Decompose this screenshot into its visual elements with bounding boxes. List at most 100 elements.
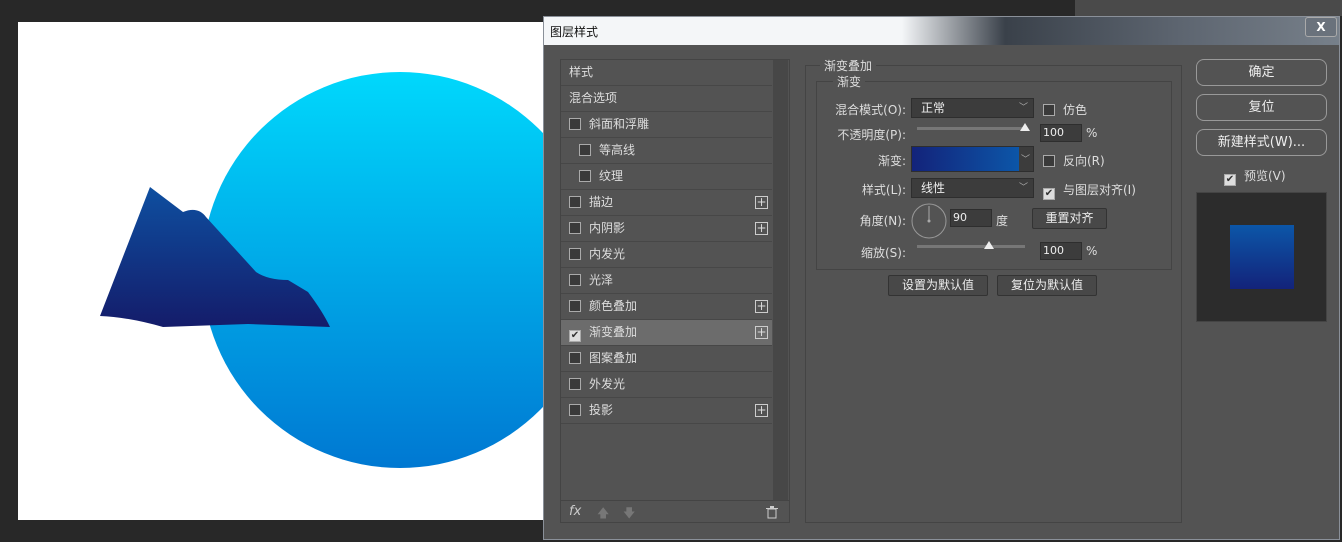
style-item-label: 内发光 <box>589 247 626 261</box>
opacity-slider[interactable] <box>917 123 1030 131</box>
reset-alignment-button[interactable]: 重置对齐 <box>1032 208 1107 229</box>
style-item[interactable]: 描边 + <box>561 190 772 216</box>
dialog-title: 图层样式 <box>550 25 599 39</box>
document-canvas <box>18 22 548 520</box>
percent-label: % <box>1086 126 1098 140</box>
style-item[interactable]: 颜色叠加 + <box>561 294 772 320</box>
fx-icon[interactable]: fx <box>569 504 581 519</box>
opacity-input[interactable]: 100 <box>1040 124 1082 142</box>
style-item-label: 颜色叠加 <box>589 299 638 313</box>
style-item-label: 纹理 <box>599 169 624 183</box>
style-select[interactable]: 线性 ﹀ <box>911 178 1034 198</box>
style-checkbox[interactable] <box>569 196 581 208</box>
add-icon[interactable]: + <box>755 326 768 339</box>
preview-label: 预览(V) <box>1244 169 1286 183</box>
align-with-layer-checkbox[interactable]: ✔ 与图层对齐(I) <box>1043 181 1136 200</box>
style-item-label: 外发光 <box>589 377 626 391</box>
blend-mode-select[interactable]: 正常 ﹀ <box>911 98 1034 118</box>
percent-label: % <box>1086 244 1098 258</box>
gradient-label: 渐变: <box>877 154 906 168</box>
style-checkbox[interactable] <box>569 118 581 130</box>
degree-label: 度 <box>996 214 1009 228</box>
scale-label: 缩放(S): <box>860 246 906 260</box>
add-icon[interactable]: + <box>755 404 768 417</box>
blend-mode-label: 混合模式(O): <box>835 103 906 117</box>
dither-label: 仿色 <box>1063 103 1088 117</box>
style-item[interactable]: 图案叠加 <box>561 346 772 372</box>
close-button[interactable]: X <box>1305 17 1337 37</box>
style-item-label: 样式 <box>569 65 594 79</box>
slider-thumb[interactable] <box>1020 123 1030 131</box>
background-panel <box>1075 0 1342 16</box>
chevron-down-icon: ﹀ <box>1018 183 1028 193</box>
preview-swatch <box>1230 225 1294 289</box>
style-value: 线性 <box>921 181 946 195</box>
style-checkbox[interactable] <box>569 378 581 390</box>
gradient-swatch[interactable] <box>912 147 1019 171</box>
trash-icon[interactable] <box>766 506 778 519</box>
style-checkbox[interactable]: ✔ <box>569 330 581 342</box>
angle-input[interactable]: 90 <box>950 209 992 227</box>
style-item-label: 图案叠加 <box>589 351 638 365</box>
reset-button[interactable]: 复位 <box>1196 94 1327 121</box>
style-checkbox[interactable] <box>569 248 581 260</box>
style-item-label: 投影 <box>589 403 614 417</box>
style-item[interactable]: 外发光 <box>561 372 772 398</box>
style-item[interactable]: 光泽 <box>561 268 772 294</box>
style-checkbox[interactable] <box>569 222 581 234</box>
dither-checkbox[interactable]: 仿色 <box>1043 101 1087 118</box>
style-item[interactable]: 样式 <box>561 60 772 86</box>
style-item[interactable]: 斜面和浮雕 <box>561 112 772 138</box>
style-item[interactable]: ✔ 渐变叠加 + <box>561 320 772 346</box>
move-down-icon[interactable]: 🡇 <box>623 504 635 525</box>
style-item-label: 斜面和浮雕 <box>589 117 650 131</box>
make-default-button[interactable]: 设置为默认值 <box>888 275 988 296</box>
scrollbar[interactable] <box>773 60 788 500</box>
group-title: 渐变 <box>833 73 866 90</box>
style-item-label: 渐变叠加 <box>589 325 638 339</box>
slider-thumb[interactable] <box>984 241 994 249</box>
style-checkbox[interactable] <box>579 170 591 182</box>
add-icon[interactable]: + <box>755 222 768 235</box>
style-item-label: 等高线 <box>599 143 636 157</box>
style-item[interactable]: 等高线 <box>561 138 772 164</box>
style-checkbox[interactable] <box>569 352 581 364</box>
reset-to-default-button[interactable]: 复位为默认值 <box>997 275 1097 296</box>
blend-mode-value: 正常 <box>921 101 946 115</box>
list-footer: fx 🡅 🡇 <box>561 500 789 522</box>
preview-box <box>1196 192 1327 322</box>
preview-checkbox[interactable]: ✔ 预览(V) <box>1224 167 1286 186</box>
style-item[interactable]: 纹理 <box>561 164 772 190</box>
style-checkbox[interactable] <box>579 144 591 156</box>
title-bar[interactable]: 图层样式 X <box>544 17 1339 45</box>
style-label: 样式(L): <box>861 183 906 197</box>
ok-button[interactable]: 确定 <box>1196 59 1327 86</box>
chevron-down-icon[interactable]: ﹀ <box>1021 152 1030 165</box>
layer-style-dialog: 图层样式 X 样式混合选项斜面和浮雕等高线纹理描边 + 内阴影 + 内发光光泽颜色叠加 +… <box>543 16 1340 540</box>
style-item-label: 混合选项 <box>569 91 618 105</box>
scale-input[interactable]: 100 <box>1040 242 1082 260</box>
style-checkbox[interactable] <box>569 404 581 416</box>
style-item[interactable]: 投影 + <box>561 398 772 424</box>
align-label: 与图层对齐(I) <box>1063 183 1136 197</box>
scale-slider[interactable] <box>917 241 1025 249</box>
style-item-label: 光泽 <box>589 273 614 287</box>
style-checkbox[interactable] <box>569 274 581 286</box>
chevron-down-icon: ﹀ <box>1018 103 1028 113</box>
reverse-checkbox[interactable]: 反向(R) <box>1043 152 1105 169</box>
new-style-button[interactable]: 新建样式(W)... <box>1196 129 1327 156</box>
add-icon[interactable]: + <box>755 196 768 209</box>
style-checkbox[interactable] <box>569 300 581 312</box>
artwork <box>100 72 548 468</box>
style-item[interactable]: 混合选项 <box>561 86 772 112</box>
style-item[interactable]: 内阴影 + <box>561 216 772 242</box>
add-icon[interactable]: + <box>755 300 768 313</box>
angle-dial[interactable] <box>910 202 948 240</box>
styles-list: 样式混合选项斜面和浮雕等高线纹理描边 + 内阴影 + 内发光光泽颜色叠加 + ✔ 渐变叠加 + 图… <box>560 59 790 523</box>
reverse-label: 反向(R) <box>1063 154 1105 168</box>
style-item[interactable]: 内发光 <box>561 242 772 268</box>
gradient-picker[interactable]: ﹀ <box>911 146 1034 172</box>
style-item-label: 描边 <box>589 195 614 209</box>
style-item-label: 内阴影 <box>589 221 626 235</box>
move-up-icon[interactable]: 🡅 <box>597 504 609 525</box>
